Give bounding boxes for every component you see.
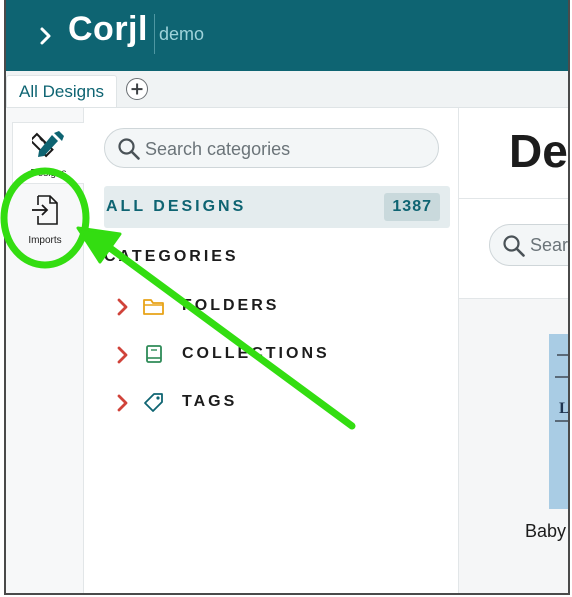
left-rail: Designs Imports — [6, 108, 84, 593]
category-item-collections[interactable]: COLLECTIONS — [116, 340, 416, 370]
logo-divider — [154, 14, 155, 54]
category-item-tags[interactable]: TAGS — [116, 388, 416, 418]
all-designs-count-badge: 1387 — [384, 193, 440, 221]
text-line — [555, 420, 568, 422]
categories-heading: CATEGORIES — [104, 248, 239, 265]
page-title: De — [509, 125, 568, 177]
app-frame: Corjl demo All Designs Designs Imports S… — [4, 0, 570, 595]
categories-panel: ALL DESIGNS 1387 CATEGORIES FOLDERS — [84, 108, 459, 593]
folder-icon — [143, 299, 164, 315]
chevron-right-icon[interactable] — [116, 345, 130, 365]
tab-all-designs[interactable]: All Designs — [6, 75, 118, 107]
main-content: De Searc LI Baby A — [459, 108, 570, 593]
all-designs-label: ALL DESIGNS — [106, 198, 247, 215]
divider — [459, 198, 568, 199]
import-file-icon — [32, 195, 58, 225]
category-label: TAGS — [182, 393, 238, 410]
heart-decoration — [569, 474, 570, 484]
thumbnail-initials: LI — [559, 400, 570, 417]
chevron-right-icon[interactable] — [116, 393, 130, 413]
design-tools-icon — [31, 131, 64, 158]
design-card-title[interactable]: Baby A — [525, 521, 568, 542]
category-search-box[interactable] — [104, 128, 439, 169]
text-line — [557, 354, 568, 356]
rail-label-designs: Designs — [30, 168, 67, 179]
tab-label: All Designs — [19, 82, 105, 101]
design-search-placeholder: Searc — [530, 235, 569, 255]
heart-decoration — [569, 338, 570, 346]
app-logo[interactable]: Corjl — [68, 10, 148, 49]
tab-bar: All Designs — [6, 71, 568, 108]
category-label: FOLDERS — [182, 297, 280, 314]
search-icon — [118, 138, 140, 160]
category-search-input[interactable] — [143, 129, 427, 169]
add-tab-plus-icon[interactable] — [126, 78, 148, 100]
app-header: Corjl demo — [6, 0, 568, 71]
design-grid: LI Baby A — [459, 299, 570, 593]
all-designs-row[interactable]: ALL DESIGNS 1387 — [104, 186, 450, 228]
tag-icon — [144, 393, 163, 412]
expand-chevron-icon[interactable] — [36, 24, 56, 48]
book-icon — [146, 345, 162, 363]
rail-item-imports[interactable]: Imports — [12, 188, 78, 250]
rail-item-designs[interactable]: Designs — [12, 122, 84, 184]
category-label: COLLECTIONS — [182, 345, 330, 362]
rail-label-imports: Imports — [28, 235, 62, 246]
design-search-box[interactable]: Searc — [489, 224, 569, 266]
chevron-right-icon[interactable] — [116, 297, 130, 317]
category-item-folders[interactable]: FOLDERS — [116, 292, 416, 322]
design-card-thumbnail[interactable]: LI — [549, 334, 570, 509]
search-icon — [503, 235, 525, 257]
text-line — [555, 376, 568, 378]
logo-suffix: demo — [159, 24, 205, 44]
